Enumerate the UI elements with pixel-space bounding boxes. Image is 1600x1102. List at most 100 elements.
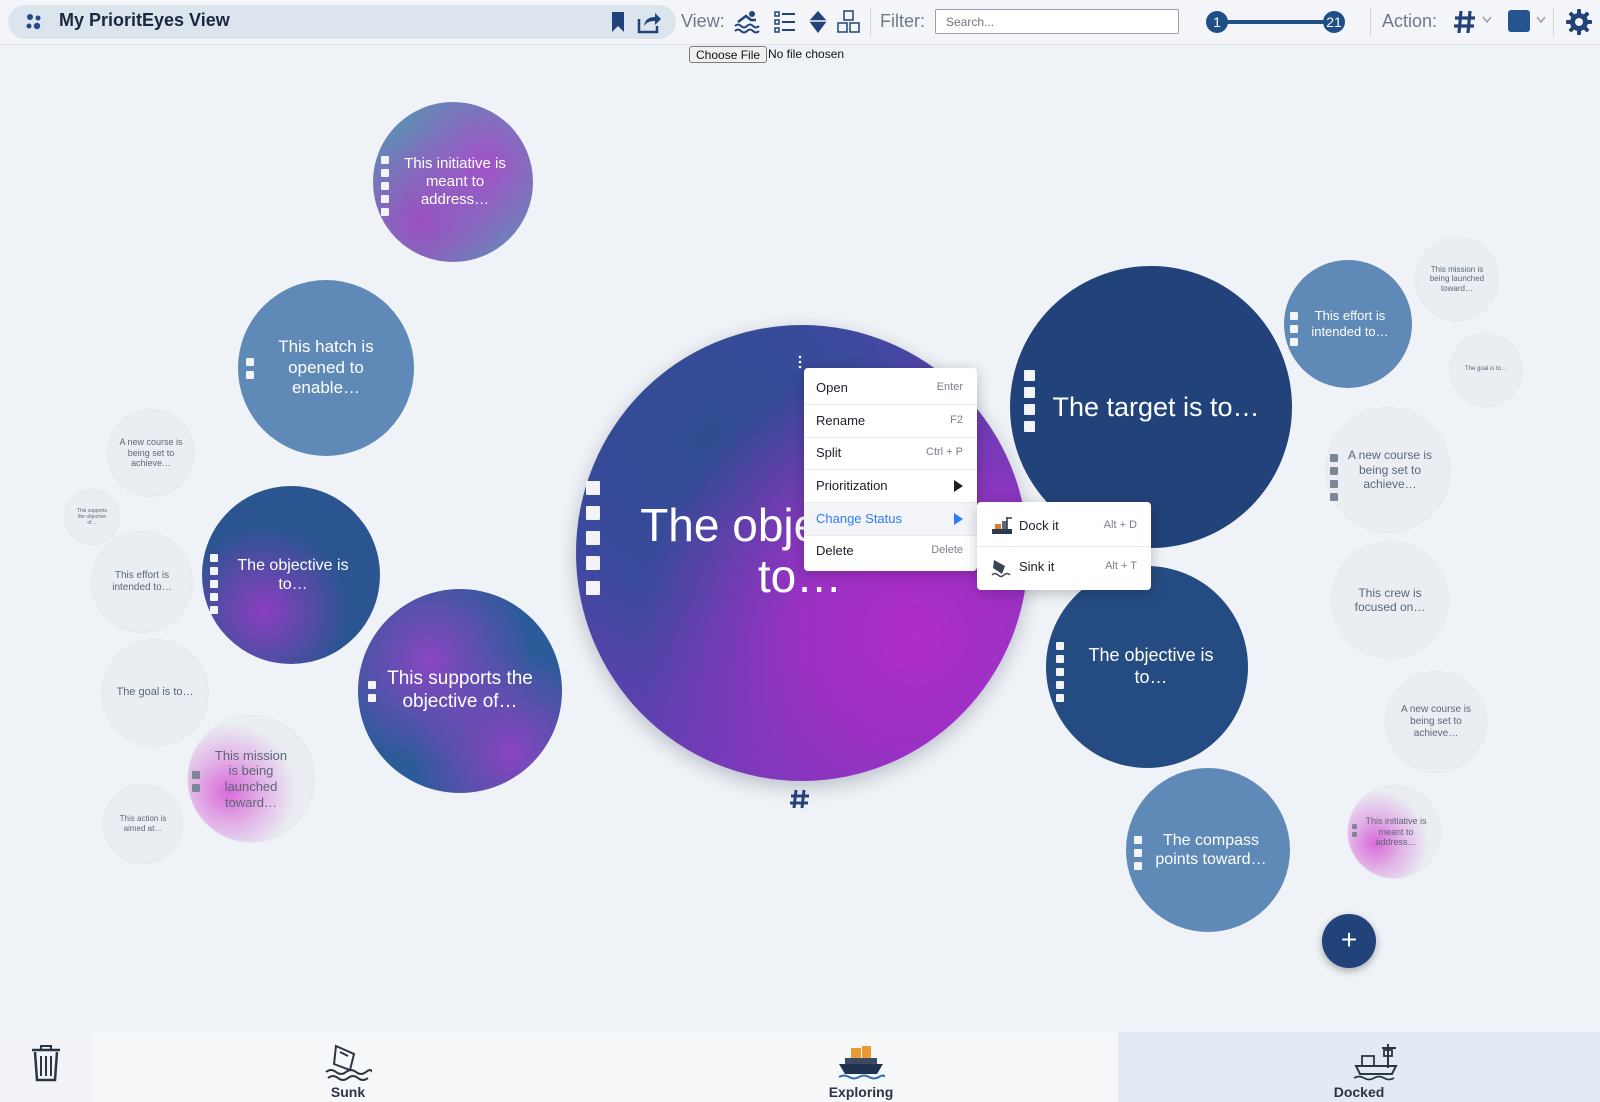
range-min-handle[interactable]: 1 [1206, 11, 1228, 33]
bubble-text: A new course is being set to achieve… [1347, 448, 1433, 492]
color-square-icon[interactable] [1507, 9, 1531, 33]
drag-handle[interactable] [1024, 370, 1035, 432]
bubble-text: This hatch is opened to enable… [278, 337, 374, 398]
share-icon[interactable] [636, 10, 662, 34]
drag-handle[interactable] [368, 681, 376, 702]
menu-item-shortcut: Delete [931, 544, 963, 556]
range-max-handle[interactable]: 21 [1323, 11, 1345, 33]
drag-handle[interactable] [1290, 312, 1298, 346]
objective-bubble[interactable]: A new course is being set to achieve… [1386, 672, 1486, 772]
menu-item-label: Delete [816, 543, 854, 558]
menu-item-label: Dock it [1019, 518, 1059, 533]
bubble-text: The compass points toward… [1155, 831, 1267, 868]
objective-bubble[interactable]: This supports the objective of… [65, 490, 119, 544]
zone-label: Docked [1333, 1084, 1385, 1100]
submenu-arrow-icon [954, 480, 963, 492]
sinking-ship-icon [325, 1044, 372, 1081]
drag-handle[interactable] [1352, 824, 1357, 837]
drag-handle[interactable] [1134, 836, 1142, 870]
drag-handle[interactable] [381, 156, 389, 216]
bubble-text: This effort is intended to… [112, 570, 172, 593]
trash-drop-zone[interactable] [0, 1032, 92, 1102]
objective-bubble[interactable]: This mission is being launched toward… [188, 716, 314, 842]
hashtag-icon[interactable] [1453, 9, 1477, 35]
menu-item-shortcut: Enter [936, 381, 963, 393]
menu-item-dock-it[interactable]: Dock it Alt + D [977, 506, 1151, 546]
menu-item-delete[interactable]: Delete Delete [804, 535, 977, 567]
objective-bubble[interactable]: The goal is to… [102, 640, 208, 746]
toolbar-divider [870, 8, 871, 36]
hashtag-icon[interactable] [789, 788, 811, 810]
iceberg-icon[interactable] [805, 9, 831, 35]
objective-bubble[interactable]: The goal is to… [1450, 334, 1522, 406]
bubble-text: This supports the objective of… [387, 668, 533, 712]
objective-bubble[interactable]: This mission is being launched toward… [1416, 238, 1498, 320]
menu-item-label: Rename [816, 413, 866, 428]
add-objective-button[interactable]: + [1322, 914, 1376, 968]
zone-label: Exploring [828, 1084, 894, 1100]
drag-handle[interactable] [1330, 454, 1338, 501]
exploring-drop-zone[interactable]: Exploring [604, 1032, 1118, 1102]
menu-item-open[interactable]: Open Enter [804, 372, 977, 404]
docked-drop-zone[interactable]: Docked [1118, 1032, 1600, 1102]
menu-item-split[interactable]: Split Ctrl + P [804, 437, 977, 469]
sunk-drop-zone[interactable]: Sunk [92, 1032, 604, 1102]
search-input[interactable] [935, 9, 1179, 34]
zone-label: Sunk [330, 1084, 366, 1100]
menu-item-shortcut: Ctrl + P [926, 446, 963, 458]
status-zones-bar: Sunk Exploring Docked [0, 1032, 1600, 1102]
chevron-down-icon[interactable] [1536, 16, 1546, 24]
objective-bubble[interactable]: A new course is being set to achieve… [108, 410, 194, 496]
menu-item-rename[interactable]: Rename F2 [804, 405, 977, 437]
bubble-text: This supports the objective of… [76, 508, 107, 526]
swimmers-icon[interactable] [734, 9, 760, 35]
menu-item-prioritization[interactable]: Prioritization [804, 470, 977, 502]
bubble-text: This initiative is meant to address… [404, 155, 506, 208]
change-status-submenu: Dock it Alt + D Sink it Alt + T [977, 502, 1151, 590]
view-title[interactable]: My PrioritEyes View [59, 10, 230, 31]
checklist-icon[interactable] [772, 9, 798, 35]
drag-handle[interactable] [192, 771, 200, 792]
more-options-icon[interactable] [797, 355, 803, 369]
chevron-down-icon[interactable] [1482, 16, 1492, 24]
bubble-text: The goal is to… [116, 686, 194, 699]
objective-bubble[interactable]: This supports the objective of… [358, 589, 562, 793]
bubble-text: This action is aimed at… [119, 814, 167, 833]
objective-bubble[interactable]: A new course is being set to achieve… [1326, 408, 1450, 532]
trash-icon[interactable] [29, 1044, 63, 1082]
blocks-icon[interactable] [836, 9, 862, 35]
settings-gear-icon[interactable] [1566, 9, 1592, 35]
sink-icon [991, 560, 1011, 578]
bookmark-icon[interactable] [610, 11, 626, 33]
app-logo-icon [26, 14, 41, 30]
objective-bubble[interactable]: The compass points toward… [1126, 768, 1290, 932]
menu-item-shortcut: Alt + D [1103, 519, 1137, 531]
bubble-text: A new course is being set to achieve… [1400, 704, 1472, 739]
drag-handle[interactable] [1056, 642, 1064, 702]
bubble-text: This mission is being launched toward… [1429, 264, 1485, 293]
menu-item-label: Split [816, 445, 842, 460]
choose-file-button[interactable]: Choose File [689, 46, 768, 63]
objective-bubble[interactable]: This effort is intended to… [1284, 260, 1412, 388]
menu-item-label: Sink it [1019, 559, 1055, 574]
menu-item-label: Open [816, 380, 848, 395]
drag-handle[interactable] [246, 358, 254, 379]
drag-handle[interactable] [586, 481, 600, 595]
objective-bubble[interactable]: The objective is to… [1046, 566, 1248, 768]
menu-item-sink-it[interactable]: Sink it Alt + T [977, 547, 1151, 587]
objective-bubble[interactable]: The objective is to… [202, 486, 380, 664]
bubble-text: The goal is to… [1464, 366, 1508, 373]
objective-bubble[interactable]: This effort is intended to… [92, 532, 192, 632]
top-toolbar: My PrioritEyes View View: Filter: 1 21 A… [0, 0, 1600, 45]
menu-item-change-status[interactable]: Change Status [804, 503, 977, 535]
objective-bubble[interactable]: This initiative is meant to address… [373, 102, 533, 262]
drag-handle[interactable] [210, 554, 218, 614]
objective-bubble[interactable]: This hatch is opened to enable… [238, 280, 414, 456]
bubble-text: The objective is to… [1088, 645, 1214, 687]
priority-range-track[interactable] [1215, 20, 1335, 24]
menu-item-shortcut: Alt + T [1105, 560, 1137, 572]
view-label: View: [681, 11, 725, 31]
objective-bubble[interactable]: This crew is focused on… [1332, 542, 1448, 658]
objective-bubble[interactable]: This initiative is meant to address… [1348, 786, 1440, 878]
objective-bubble[interactable]: This action is aimed at… [104, 785, 182, 863]
